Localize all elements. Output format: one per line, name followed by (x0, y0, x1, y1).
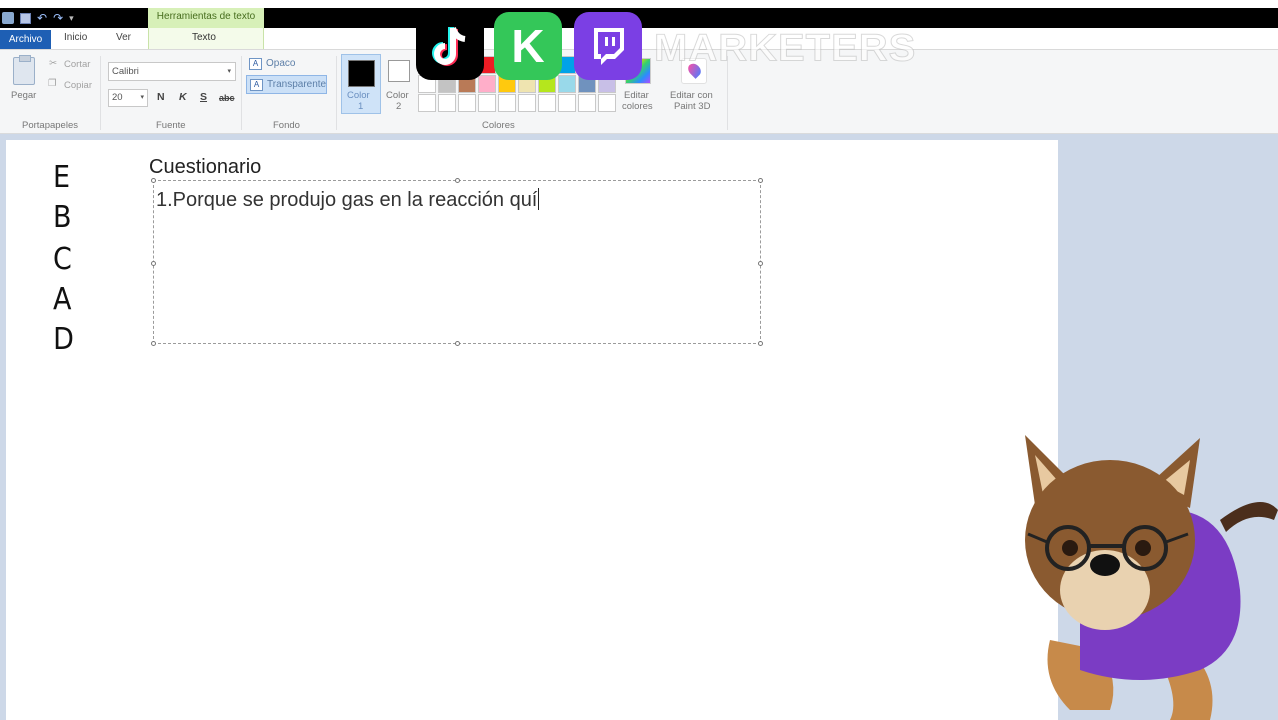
text-box-content[interactable]: 1.Porque se produjo gas en la reacción q… (156, 188, 540, 212)
handwritten-letter: C (53, 242, 72, 277)
chevron-down-icon: ▾ (227, 68, 231, 75)
color1-label: Color (347, 90, 370, 101)
color1-number: 1 (358, 101, 364, 112)
underline-button[interactable]: S (200, 91, 207, 103)
font-size-select[interactable]: 20 ▾ (108, 89, 148, 107)
scissors-icon: ✂ (49, 58, 57, 69)
palette-swatch[interactable] (438, 94, 456, 112)
tiktok-icon (416, 12, 484, 80)
group-label-fondo: Fondo (273, 120, 300, 131)
twitch-icon (574, 12, 642, 80)
text-box-value: 1.Porque se produjo gas en la reacción q… (156, 189, 538, 211)
redo-icon[interactable]: ↷ (53, 12, 63, 24)
text-caret (538, 188, 540, 210)
context-tab-header: Herramientas de texto (148, 8, 264, 28)
canvas-title-text: Cuestionario (149, 156, 262, 178)
handwritten-letter: A (53, 282, 72, 317)
palette-swatch[interactable] (478, 94, 496, 112)
edit-paint3d-label-2[interactable]: Paint 3D (674, 101, 710, 112)
resize-handle[interactable] (151, 261, 156, 266)
copy-button[interactable]: Copiar (64, 80, 92, 91)
resize-handle[interactable] (151, 341, 156, 346)
palette-swatch[interactable] (458, 94, 476, 112)
handwritten-letter: B (53, 200, 72, 235)
resize-handle[interactable] (758, 178, 763, 183)
font-size-value: 20 (112, 92, 123, 103)
palette-swatch[interactable] (578, 94, 596, 112)
quick-access-toolbar: ↶ ↷ ▾ (2, 11, 74, 25)
transparent-icon: A (250, 79, 263, 91)
font-family-value: Calibri (112, 66, 139, 77)
palette-swatch[interactable] (538, 94, 556, 112)
copy-icon: ❐ (48, 78, 57, 89)
cut-button[interactable]: Cortar (64, 59, 90, 70)
color2-label: Color (386, 90, 409, 101)
resize-handle[interactable] (455, 178, 460, 183)
save-icon[interactable] (20, 12, 31, 24)
handwritten-letter: D (53, 322, 74, 357)
watermark-text: MARKETERS (653, 27, 917, 70)
palette-swatch[interactable] (558, 94, 576, 112)
paste-button[interactable]: Pegar (11, 90, 36, 101)
resize-handle[interactable] (758, 341, 763, 346)
opaque-icon: A (249, 58, 262, 70)
tab-texto[interactable]: Texto (192, 32, 216, 43)
edit-colors-label[interactable]: Editar (624, 90, 649, 101)
undo-icon[interactable]: ↶ (37, 12, 47, 24)
tab-inicio[interactable]: Inicio (64, 32, 87, 43)
color2-number: 2 (396, 101, 402, 112)
tab-ver[interactable]: Ver (116, 32, 131, 43)
customize-toolbar-icon[interactable]: ▾ (69, 12, 74, 24)
palette-swatch[interactable] (518, 94, 536, 112)
k-letter: K (511, 20, 545, 72)
color1-swatch (348, 60, 375, 87)
group-label-portapapeles: Portapapeles (22, 120, 78, 131)
palette-swatch[interactable] (598, 94, 616, 112)
app-icon[interactable] (2, 12, 14, 24)
resize-handle[interactable] (455, 341, 460, 346)
palette-swatch[interactable] (498, 94, 516, 112)
transparent-label: Transparente (267, 79, 327, 90)
dog-mascot-image (1025, 435, 1278, 720)
resize-handle[interactable] (151, 178, 156, 183)
group-label-colores: Colores (482, 120, 515, 131)
group-label-fuente: Fuente (156, 120, 186, 131)
font-family-select[interactable]: Calibri ▾ (108, 62, 236, 81)
tab-archivo[interactable]: Archivo (0, 30, 51, 49)
color2-button[interactable] (388, 60, 410, 82)
bold-button[interactable]: N (157, 91, 165, 103)
edit-colors-label-2[interactable]: colores (622, 101, 653, 112)
edit-paint3d-label[interactable]: Editar con (670, 90, 713, 101)
resize-handle[interactable] (758, 261, 763, 266)
k-icon: K (494, 12, 562, 80)
strikethrough-button[interactable]: abc (219, 93, 235, 103)
handwritten-letter: E (52, 160, 71, 195)
italic-button[interactable]: K (179, 91, 187, 103)
chevron-down-icon: ▾ (140, 94, 144, 101)
transparent-option[interactable]: A Transparente (246, 75, 328, 94)
paste-icon[interactable] (13, 55, 35, 85)
opaque-option[interactable]: A Opaco (246, 55, 295, 74)
palette-swatch[interactable] (418, 94, 436, 112)
opaque-label: Opaco (266, 58, 296, 69)
